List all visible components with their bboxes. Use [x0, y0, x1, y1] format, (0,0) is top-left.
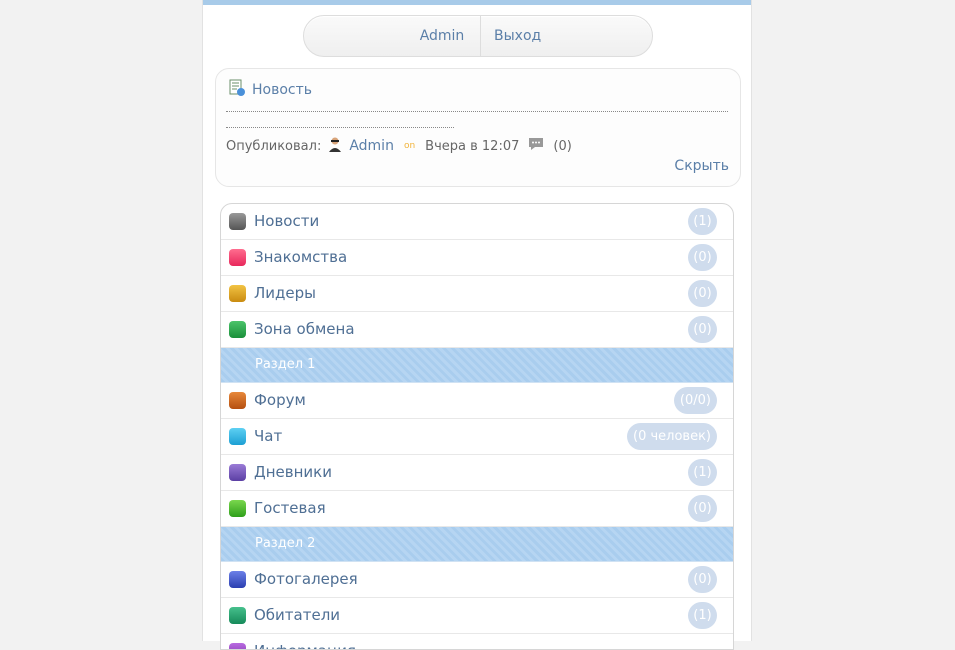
- chat-cloud-icon: [229, 428, 246, 445]
- menu-item-label: Обитатели: [254, 606, 341, 624]
- menu-item-label: Новости: [254, 212, 320, 230]
- count-badge: (1): [688, 459, 717, 486]
- comment-icon[interactable]: [527, 136, 545, 156]
- count-badge: (0/0): [673, 387, 717, 414]
- count-badge: (0): [688, 566, 717, 593]
- info-icon: [229, 643, 246, 649]
- user-bar: Admin Выход: [303, 15, 653, 57]
- menu-item-photo-gallery[interactable]: Фотогалерея (0): [221, 562, 733, 598]
- guestbook-icon: [229, 500, 246, 517]
- menu-item-chat[interactable]: Чат (0 человек): [221, 419, 733, 455]
- hide-link[interactable]: Скрыть: [674, 158, 729, 174]
- section-header-2: Раздел 2: [221, 527, 733, 562]
- exchange-icon: [229, 321, 246, 338]
- count-badge: (0): [688, 495, 717, 522]
- author-link[interactable]: Admin: [349, 138, 394, 154]
- menu-item-label: Форум: [254, 391, 306, 409]
- menu-item-information[interactable]: Информация: [221, 634, 733, 649]
- news-title-link[interactable]: Новость: [252, 82, 312, 98]
- divider: [226, 127, 454, 128]
- section-header-1: Раздел 1: [221, 348, 733, 383]
- comments-count: (0): [553, 138, 572, 154]
- document-icon: [228, 79, 246, 101]
- menu-item-news[interactable]: Новости (1): [221, 204, 733, 240]
- trophy-icon: [229, 285, 246, 302]
- count-badge: (0): [688, 280, 717, 307]
- news-header: Новость: [228, 79, 312, 101]
- logout-button[interactable]: Выход: [481, 16, 564, 56]
- heart-icon: [229, 249, 246, 266]
- user-avatar-icon: [327, 136, 343, 156]
- menu-item-residents[interactable]: Обитатели (1): [221, 598, 733, 634]
- admin-profile-button[interactable]: Admin: [404, 16, 481, 56]
- menu-item-label: Лидеры: [254, 284, 316, 302]
- count-badge: (1): [688, 208, 717, 235]
- main-menu: Новости (1) Знакомства (0) Лидеры (0) Зо…: [220, 203, 734, 650]
- news-panel: Новость Опубликовал: Admin on Вчера в 12…: [215, 68, 741, 187]
- menu-item-forum[interactable]: Форум (0/0): [221, 383, 733, 419]
- menu-item-label: Чат: [254, 427, 283, 445]
- diary-icon: [229, 464, 246, 481]
- news-date: Вчера в 12:07: [425, 138, 520, 154]
- pencil-icon: [229, 392, 246, 409]
- count-badge: (0 человек): [627, 423, 717, 450]
- menu-item-diaries[interactable]: Дневники (1): [221, 455, 733, 491]
- menu-item-exchange[interactable]: Зона обмена (0): [221, 312, 733, 348]
- menu-item-label: Знакомства: [254, 248, 348, 266]
- menu-item-label: Зона обмена: [254, 320, 355, 338]
- author-prefix: Опубликовал:: [226, 138, 322, 154]
- count-badge: (0): [688, 244, 717, 271]
- menu-item-dating[interactable]: Знакомства (0): [221, 240, 733, 276]
- menu-item-label: Фотогалерея: [254, 570, 358, 588]
- top-accent-bar: [203, 0, 751, 5]
- menu-item-guestbook[interactable]: Гостевая (0): [221, 491, 733, 527]
- count-badge: (1): [688, 602, 717, 629]
- news-meta: Опубликовал: Admin on Вчера в 12:07 (0): [226, 136, 572, 156]
- divider: [226, 111, 728, 112]
- online-status: on: [403, 141, 416, 151]
- menu-item-label: Информация: [254, 634, 356, 649]
- camera-icon: [229, 571, 246, 588]
- news-icon: [229, 213, 246, 230]
- menu-item-label: Гостевая: [254, 499, 326, 517]
- page-container: Admin Выход Новость Опубликовал: Admin o…: [202, 0, 752, 650]
- menu-item-leaders[interactable]: Лидеры (0): [221, 276, 733, 312]
- count-badge: (0): [688, 316, 717, 343]
- menu-item-label: Дневники: [254, 463, 332, 481]
- users-icon: [229, 607, 246, 624]
